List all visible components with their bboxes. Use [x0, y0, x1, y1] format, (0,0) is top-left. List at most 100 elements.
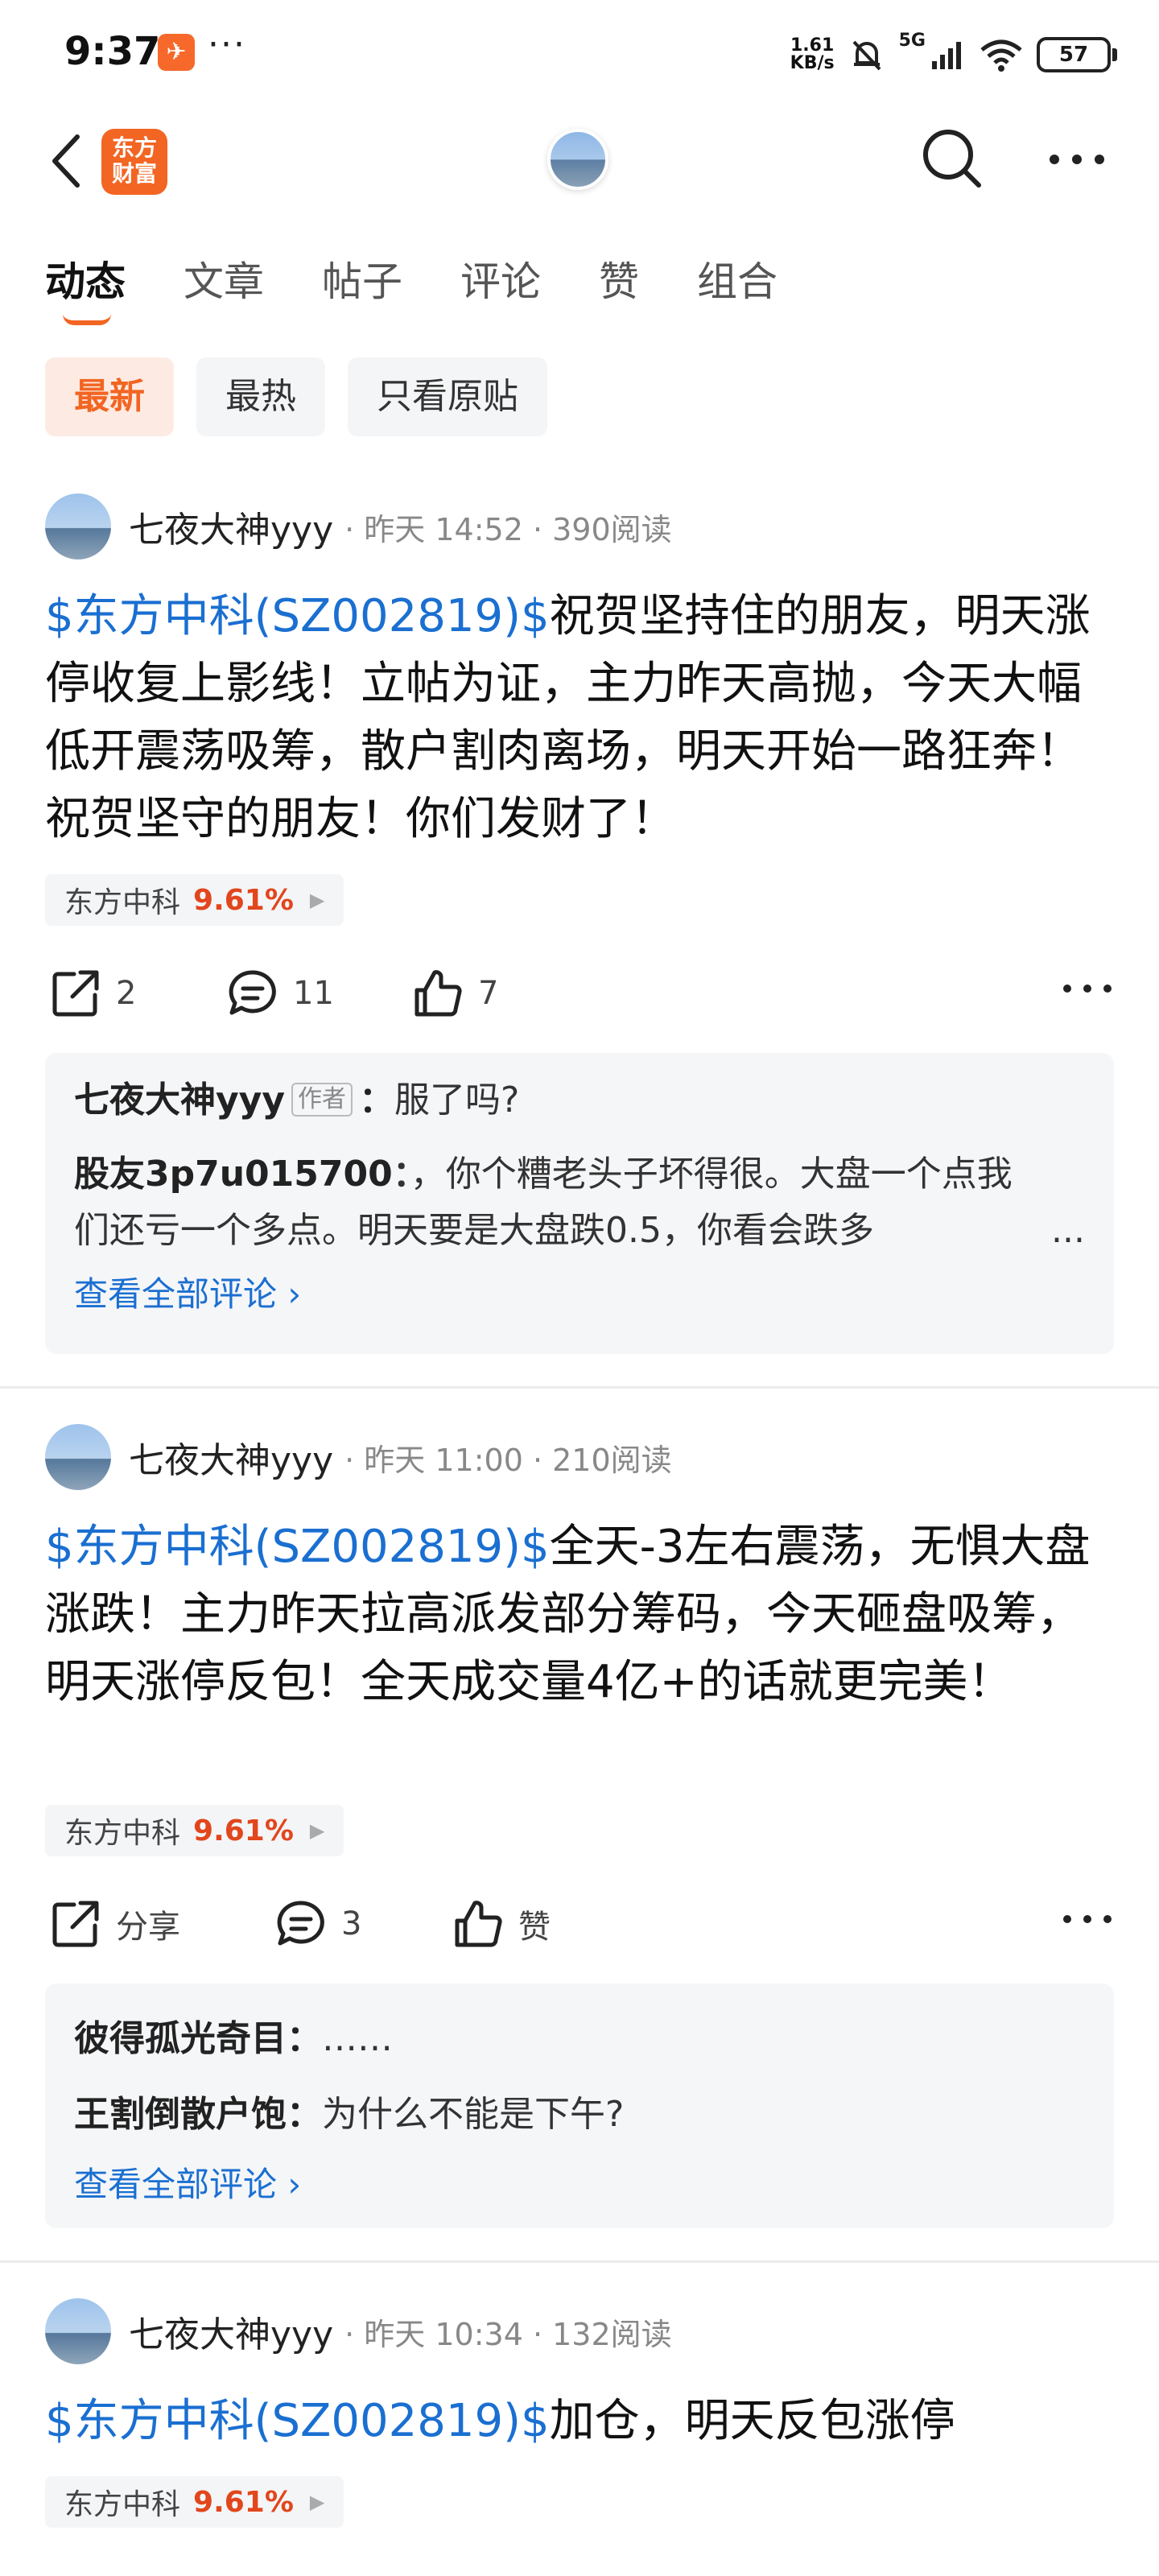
- signal-icon: [932, 42, 961, 69]
- share-label: 分享: [116, 1909, 180, 1946]
- stock-tag[interactable]: 东方中科 9.61% ▶: [45, 2476, 344, 2528]
- post-username[interactable]: 七夜大神yyy: [129, 1431, 333, 1483]
- comment-button[interactable]: 3: [275, 1892, 361, 1956]
- share-icon: [52, 1901, 99, 1947]
- comment-separator: ：: [287, 2018, 322, 2059]
- filter-chips: 最新 最热 只看原贴: [45, 357, 547, 436]
- comment-item: 王割倒散户饱：为什么不能是下午?: [74, 2087, 1085, 2143]
- post-header: 七夜大神yyy · 昨天 14:52 · 390阅读: [45, 493, 672, 560]
- network-speed-value: 1.61: [790, 35, 835, 56]
- tab-dynamics[interactable]: 动态: [45, 250, 126, 325]
- more-options-icon[interactable]: [1045, 129, 1109, 177]
- network-type: 5G: [898, 31, 926, 51]
- feed-post[interactable]: 七夜大神yyy · 昨天 14:52 · 390阅读 $东方中科(SZ00281…: [0, 493, 1159, 1354]
- stock-link[interactable]: $东方中科(SZ002819)$: [45, 1521, 550, 1573]
- stock-tag-change: 9.61%: [193, 2485, 294, 2519]
- comment-ellipsis: ...: [1035, 1203, 1085, 1259]
- feed-post[interactable]: 七夜大神yyy · 昨天 11:00 · 210阅读 $东方中科(SZ00281…: [0, 1423, 1159, 2228]
- network-speed-unit: KB/s: [790, 53, 835, 73]
- comment-text: 为什么不能是下午?: [322, 2094, 625, 2135]
- logo-text-line1: 东方: [111, 134, 157, 161]
- stock-link[interactable]: $东方中科(SZ002819)$: [45, 2395, 550, 2447]
- post-divider: [0, 2260, 1159, 2263]
- stock-link[interactable]: $东方中科(SZ002819)$: [45, 590, 550, 642]
- comment-author[interactable]: 王割倒散户饱: [74, 2094, 287, 2135]
- network-speed: 1.61 KB/s: [790, 37, 835, 72]
- status-time: 9:37: [64, 29, 161, 74]
- share-button[interactable]: 2: [50, 961, 136, 1026]
- comment-author[interactable]: 七夜大神yyy: [74, 1080, 285, 1121]
- post-text: 加仓，明天反包涨停: [549, 2395, 955, 2447]
- comment-separator: ：: [392, 1154, 410, 1195]
- like-button[interactable]: 赞: [452, 1892, 551, 1956]
- post-content[interactable]: $东方中科(SZ002819)$加仓，明天反包涨停: [45, 2388, 1116, 2455]
- stock-tag[interactable]: 东方中科 9.61% ▶: [45, 874, 344, 926]
- eastmoney-logo[interactable]: 东方 财富: [101, 129, 167, 195]
- feed-post[interactable]: 七夜大神yyy · 昨天 10:34 · 132阅读 $东方中科(SZ00281…: [0, 2297, 1159, 2571]
- share-button[interactable]: 分享: [50, 1892, 180, 1956]
- stock-tag-name: 东方中科: [64, 886, 181, 919]
- post-username[interactable]: 七夜大神yyy: [129, 2306, 333, 2357]
- comment-separator: ：: [359, 1080, 395, 1121]
- comment-count: 11: [293, 975, 334, 1012]
- profile-tabs: 动态 文章 帖子 评论 赞 组合: [45, 250, 835, 325]
- search-icon[interactable]: [918, 124, 985, 192]
- like-label: 赞: [518, 1909, 551, 1946]
- filter-original-only[interactable]: 只看原贴: [348, 357, 547, 436]
- wifi-icon: [980, 39, 1022, 72]
- post-divider: [0, 1386, 1159, 1389]
- avatar[interactable]: [45, 2298, 111, 2364]
- post-more-icon[interactable]: [1059, 1903, 1116, 1935]
- comment-button[interactable]: 11: [227, 961, 334, 1026]
- author-badge: 作者: [291, 1083, 353, 1117]
- post-actions: 2 11 7: [45, 961, 1116, 1026]
- comment-item: 七夜大神yyy 作者 ：服了吗?: [74, 1072, 1085, 1129]
- view-all-comments-link[interactable]: 查看全部评论 ›: [74, 2154, 1085, 2215]
- tab-articles[interactable]: 文章: [184, 250, 264, 314]
- active-tab-indicator: [63, 314, 111, 325]
- status-right-group: 1.61 KB/s 5G 57: [790, 31, 1117, 79]
- post-more-icon[interactable]: [1059, 972, 1116, 1005]
- mute-bell-icon: [852, 40, 881, 71]
- comment-author[interactable]: 股友3p7u015700: [74, 1154, 393, 1195]
- post-meta: · 昨天 10:34 · 132阅读: [344, 2316, 672, 2352]
- comment-author[interactable]: 彼得孤光奇目: [74, 2018, 287, 2059]
- back-arrow-icon[interactable]: [45, 130, 93, 192]
- avatar[interactable]: [45, 493, 111, 559]
- post-content[interactable]: $东方中科(SZ002819)$祝贺坚持住的朋友，明天涨停收复上影线！立帖为证，…: [45, 583, 1116, 853]
- avatar[interactable]: [45, 1424, 111, 1490]
- stock-tag-name: 东方中科: [64, 2488, 181, 2521]
- tab-likes[interactable]: 赞: [599, 250, 639, 314]
- app-notification-icon: ✈: [158, 34, 195, 71]
- comment-preview-box[interactable]: 彼得孤光奇目：…… 王割倒散户饱：为什么不能是下午? 查看全部评论 ›: [45, 1984, 1114, 2228]
- filter-latest[interactable]: 最新: [45, 357, 174, 436]
- like-button[interactable]: 7: [412, 961, 498, 1026]
- profile-avatar[interactable]: [547, 129, 608, 190]
- post-username[interactable]: 七夜大神yyy: [129, 501, 333, 552]
- logo-text-line2: 财富: [111, 160, 157, 187]
- stock-tag-name: 东方中科: [64, 1817, 181, 1850]
- comment-item: 彼得孤光奇目：……: [74, 2011, 1085, 2067]
- post-meta: · 昨天 11:00 · 210阅读: [344, 1442, 672, 1478]
- stock-tag[interactable]: 东方中科 9.61% ▶: [45, 1805, 344, 1856]
- tab-portfolios[interactable]: 组合: [697, 250, 777, 314]
- play-arrow-icon: ▶: [309, 2491, 325, 2513]
- post-header: 七夜大神yyy · 昨天 10:34 · 132阅读: [45, 2297, 672, 2365]
- tab-comments[interactable]: 评论: [460, 250, 541, 314]
- comment-separator: ：: [287, 2094, 322, 2135]
- play-arrow-icon: ▶: [309, 889, 325, 911]
- comment-text: ……: [322, 2018, 393, 2059]
- status-bar: 9:37 ✈ ··· 1.61 KB/s 5G 57: [0, 0, 1159, 106]
- post-meta: · 昨天 14:52 · 390阅读: [344, 511, 672, 547]
- thumbs-up-icon: [415, 970, 462, 1017]
- comment-preview-box[interactable]: 七夜大神yyy 作者 ：服了吗? 股友3p7u015700：，你个糟老头子坏得很。大…: [45, 1053, 1114, 1354]
- share-count: 2: [116, 975, 137, 1012]
- view-all-comments-link[interactable]: 查看全部评论 ›: [74, 1264, 1085, 1325]
- filter-hottest[interactable]: 最热: [196, 357, 325, 436]
- tab-dynamics-label: 动态: [45, 258, 126, 305]
- stock-tag-change: 9.61%: [193, 1814, 294, 1847]
- post-content[interactable]: $东方中科(SZ002819)$全天-3左右震荡，无惧大盘涨跌！主力昨天拉高派发…: [45, 1513, 1116, 1716]
- tab-posts[interactable]: 帖子: [322, 250, 402, 314]
- comment-icon: [277, 1901, 324, 1946]
- comment-icon: [229, 970, 276, 1015]
